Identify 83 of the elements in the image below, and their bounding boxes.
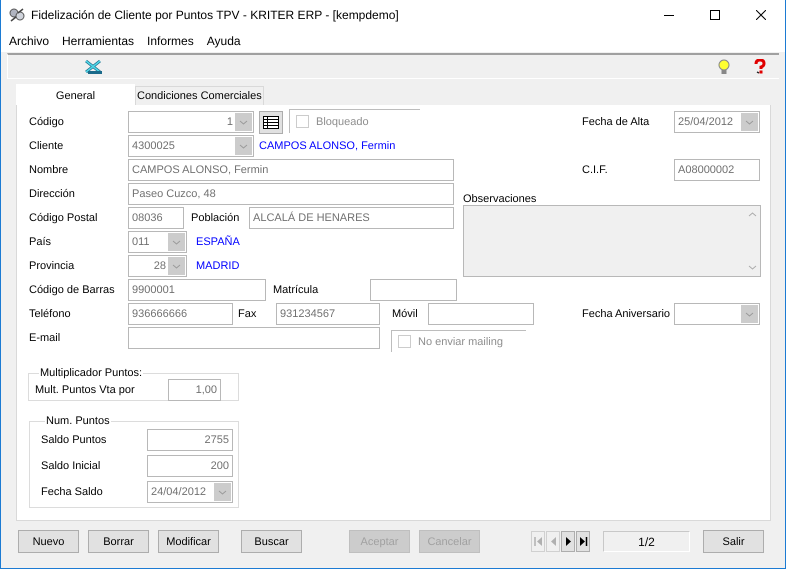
action-button[interactable]: Nuevo xyxy=(18,530,79,553)
input-field[interactable]: 936666666 xyxy=(128,303,233,325)
exit-icon[interactable] xyxy=(85,58,103,74)
checkbox-label: No enviar mailing xyxy=(418,336,503,348)
dropdown-field[interactable]: 28 xyxy=(128,255,187,277)
field-label: Dirección xyxy=(29,188,76,200)
field-label: Observaciones xyxy=(463,193,538,205)
field-label: Nombre xyxy=(29,164,70,176)
field-label: Fax xyxy=(238,308,258,320)
input-field[interactable]: 1,00 xyxy=(168,379,221,401)
field-label: Móvil xyxy=(392,308,419,320)
exit-button[interactable]: Salir xyxy=(703,530,764,553)
lightbulb-icon[interactable] xyxy=(717,58,731,74)
country-name: ESPAÑA xyxy=(196,236,240,248)
app-icon xyxy=(9,7,25,23)
chevron-down-icon xyxy=(741,113,758,131)
field-label: Mult. Puntos Vta por xyxy=(35,384,136,396)
chevron-down-icon xyxy=(168,233,185,251)
field-label: C.I.F. xyxy=(582,164,609,176)
menu-item[interactable]: Informes xyxy=(147,34,194,48)
tab[interactable]: Condiciones Comerciales xyxy=(135,86,264,105)
text-area[interactable] xyxy=(463,205,761,277)
field-label: Saldo Puntos xyxy=(41,434,108,446)
input-field[interactable]: 9900001 xyxy=(128,279,266,301)
group-title: Num. Puntos xyxy=(45,415,111,427)
client-name: CAMPOS ALONSO, Fermin xyxy=(259,140,396,152)
field-label: Provincia xyxy=(29,260,76,272)
field-label: Código Postal xyxy=(29,212,98,224)
field-label: Cliente xyxy=(29,140,64,152)
chevron-down-icon xyxy=(235,113,252,131)
skip-icon xyxy=(578,535,588,548)
input-field[interactable] xyxy=(370,279,457,301)
close-icon[interactable] xyxy=(756,10,766,20)
field-label: Saldo Inicial xyxy=(41,460,102,472)
dropdown-field[interactable] xyxy=(674,303,760,325)
skip-icon xyxy=(532,535,544,548)
chevron-down-icon xyxy=(235,137,252,155)
menu-item[interactable]: Archivo xyxy=(9,34,50,48)
input-field[interactable]: ALCALÁ DE HENARES xyxy=(249,207,454,229)
field-label: Teléfono xyxy=(29,308,72,320)
last-record-button[interactable] xyxy=(576,531,590,552)
input-field[interactable] xyxy=(428,303,534,325)
chevron-down-icon xyxy=(214,483,231,501)
dropdown-field[interactable]: 25/04/2012 xyxy=(674,111,760,133)
province-name: MADRID xyxy=(196,260,240,272)
dropdown-field[interactable]: 4300025 xyxy=(128,135,254,157)
dropdown-field[interactable]: 011 xyxy=(128,231,187,253)
action-button[interactable]: Modificar xyxy=(158,530,219,553)
input-field[interactable]: 08036 xyxy=(128,207,184,229)
chevron-down-icon xyxy=(168,257,185,275)
input-field[interactable]: A08000002 xyxy=(674,159,760,181)
record-counter: 1/2 xyxy=(603,531,690,552)
field-label: E-mail xyxy=(29,332,62,344)
field-label: Fecha de Alta xyxy=(582,116,650,128)
field-label: Código de Barras xyxy=(29,284,116,296)
window-title: Fidelización de Cliente por Puntos TPV - KRITER ERP - [kempdemo] xyxy=(31,8,400,22)
field-label: Código xyxy=(29,116,65,128)
table-icon xyxy=(263,116,279,128)
next-record-button[interactable] xyxy=(561,531,575,552)
input-field[interactable]: Paseo Cuzco, 48 xyxy=(128,183,454,205)
action-button[interactable]: Borrar xyxy=(88,530,149,553)
help-icon[interactable] xyxy=(753,59,767,74)
field-label: Población xyxy=(191,212,240,224)
chevron-down-icon xyxy=(741,305,758,323)
input-field[interactable]: 200 xyxy=(147,455,233,477)
field-label: Fecha Aniversario xyxy=(582,308,672,320)
field-label: Fecha Saldo xyxy=(41,486,104,498)
menu-item[interactable]: Ayuda xyxy=(206,34,241,48)
input-field[interactable]: 931234567 xyxy=(276,303,380,325)
input-field[interactable] xyxy=(128,327,380,349)
input-field[interactable]: CAMPOS ALONSO, Fermin xyxy=(128,159,454,181)
group-title: Multiplicador Puntos: xyxy=(39,367,144,379)
dropdown-field[interactable]: 1 xyxy=(128,111,254,133)
checkbox-label: Bloqueado xyxy=(316,116,369,128)
maximize-icon[interactable] xyxy=(710,10,720,20)
action-button[interactable]: Buscar xyxy=(241,530,302,553)
field-label: País xyxy=(29,236,52,248)
dropdown-field[interactable]: 24/04/2012 xyxy=(147,481,233,503)
menu-item[interactable]: Herramientas xyxy=(62,34,134,48)
table-button[interactable] xyxy=(259,110,283,134)
field-label: Matrícula xyxy=(273,284,320,296)
input-field[interactable]: 2755 xyxy=(147,429,233,451)
tab[interactable]: General xyxy=(16,84,135,105)
